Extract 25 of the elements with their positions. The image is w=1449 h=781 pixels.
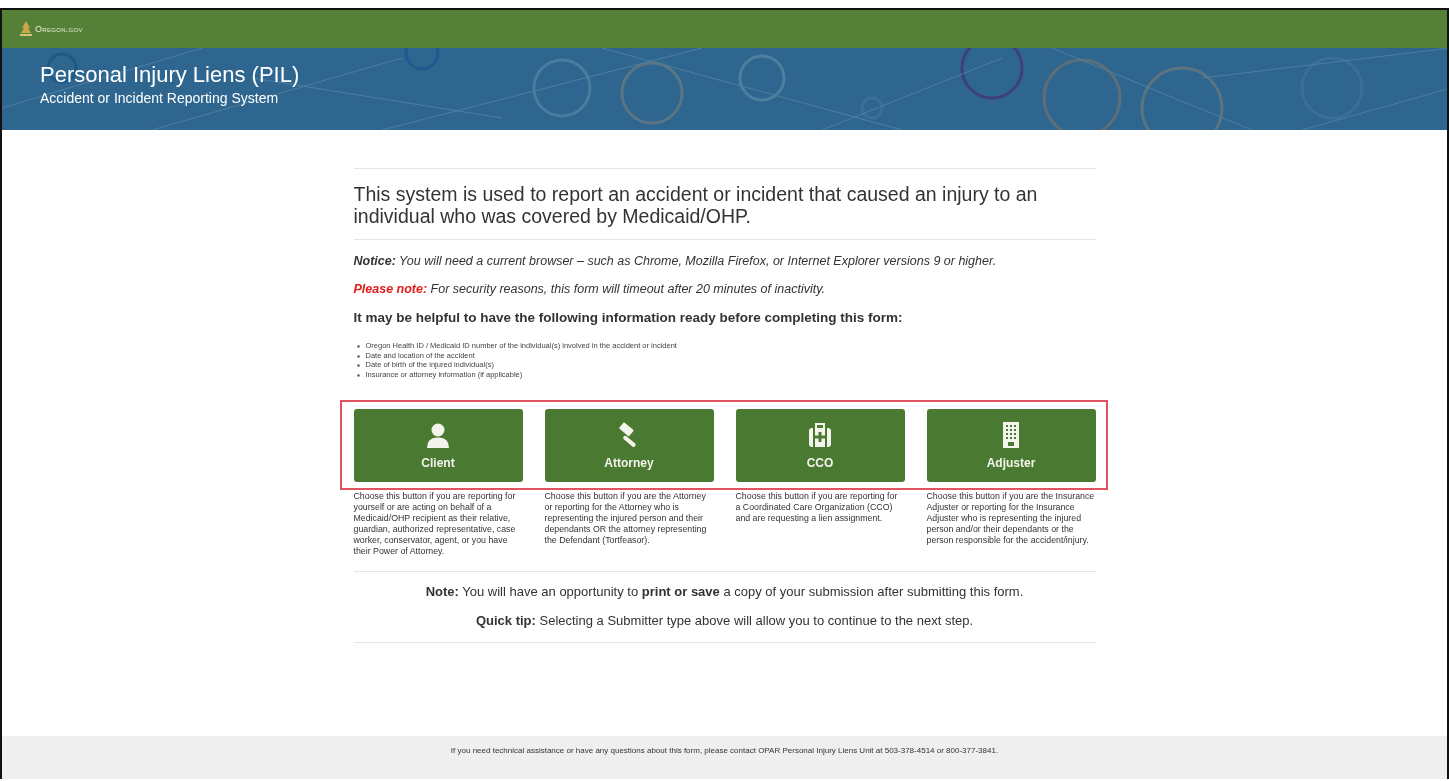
submitter-description: Choose this button if you are the Insurance Adjuster or reporting for the Insurance Adjuster who is representing the injured person and/or their dependants or the person responsible for the accident/injury. bbox=[926, 491, 1096, 546]
bullet-icon bbox=[356, 373, 360, 377]
bullet-icon bbox=[356, 345, 360, 348]
notice-text: Notice: You will need a current browser – such as Chrome, Mozilla Firefox, or Internet Explorer versions 9 or higher. bbox=[353, 254, 998, 268]
page-title: Personal Injury Liens (PIL) bbox=[40, 62, 300, 88]
note-text: Quick tip: Selecting a Submitter type above will allow you to continue to the next step. bbox=[475, 613, 974, 628]
submitter-button[interactable]: Attorney bbox=[544, 409, 714, 482]
bullet-icon bbox=[356, 364, 360, 367]
site-logo-link[interactable]: Oregon.gov bbox=[35, 24, 83, 34]
submitter-button[interactable]: Adjuster bbox=[926, 409, 1096, 482]
person-icon bbox=[426, 421, 450, 448]
tree-icon bbox=[20, 21, 32, 37]
submitter-description: Choose this button if you are the Attorney or reporting for the Attorney who is representing the injured person and their dependants OR the attorney representing the Defendant (Tortfeasor). bbox=[544, 491, 708, 546]
submitter-description: Choose this button if you are reporting for a Coordinated Care Organization (CCO) and are requesting a lien assignment. bbox=[735, 491, 899, 524]
intro-text: This system is used to report an accident or incident that caused an injury to an individual who was covered by Medicaid/OHP. bbox=[353, 182, 1039, 229]
submitter-button[interactable]: CCO bbox=[735, 409, 905, 482]
submitter-description: Choose this button if you are reporting for yourself or are acting on behalf of a Medicaid/OHP recipient as their relative, guardian, authorized representative, case worker, conservator, agent, or you have their Power of Attorney. bbox=[353, 491, 517, 557]
submitter-button[interactable]: Client bbox=[353, 409, 523, 482]
note-text: Note: You will have an opportunity to print or save a copy of your submission after submitting this form. bbox=[425, 584, 1024, 599]
bullet-icon bbox=[356, 354, 360, 358]
medical-kit-icon bbox=[808, 421, 832, 448]
checklist-heading: It may be helpful to have the following information ready before completing this form: bbox=[353, 310, 904, 325]
notice-text: Please note: For security reasons, this form will timeout after 20 minutes of inactivity. bbox=[353, 282, 826, 296]
footer-text: If you need technical assistance or have any questions about this form, please contact OPAR Personal Injury Liens Unit at 503-378-4514 or 800-377-3841. bbox=[450, 746, 999, 757]
page-subtitle: Accident or Incident Reporting System bbox=[40, 90, 279, 106]
